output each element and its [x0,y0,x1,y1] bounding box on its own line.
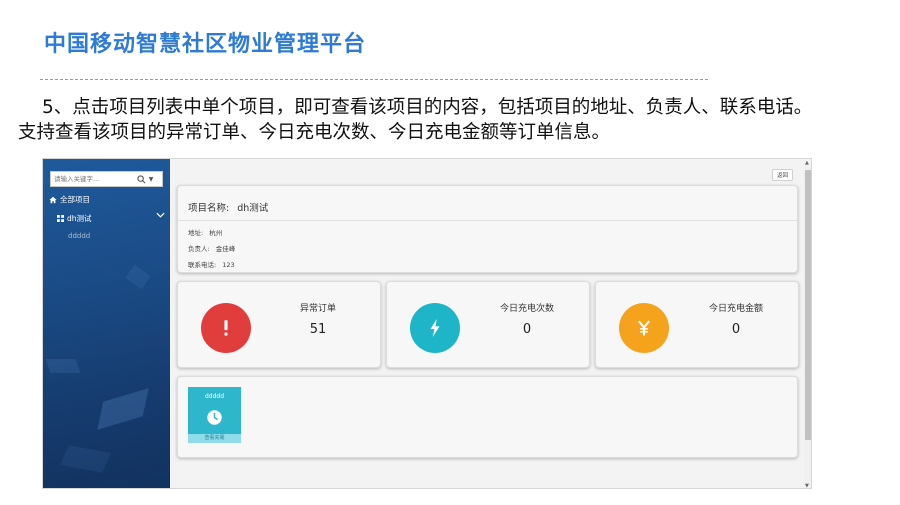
description-line-2: 支持查看该项目的异常订单、今日充电次数、今日充电金额等订单信息。 [18,122,611,143]
device-tile[interactable]: ddddd 查看充電 [188,387,241,443]
title-divider [40,79,708,80]
page-title: 中国移动智慧社区物业管理平台 [44,32,367,57]
home-icon [49,196,57,204]
scroll-up-icon[interactable]: ▲ [805,160,809,166]
stat-value: 51 [309,322,327,337]
project-search: ▼ [50,171,163,187]
stat-label: 今日充电次数 [499,304,554,314]
device-footer[interactable]: 查看充電 [188,434,241,443]
yen-icon [619,303,669,353]
sidebar-item-label: 全部项目 [60,195,90,204]
stat-label: 今日充电金额 [708,304,763,314]
stat-value: 0 [731,322,741,337]
slide: 中国移动智慧社区物业管理平台 5、点击项目列表中单个项目，即可查看该项目的内容，… [0,0,900,505]
exclamation-icon [201,303,251,353]
stat-card-charge-amount[interactable]: 今日充电金额 0 [595,281,799,368]
stat-label: 异常订单 [299,304,336,314]
phone-label: 联系电话: [188,261,217,269]
app-screenshot: ▼ 全部项目 dh测试 ddddd 返回 [42,158,812,489]
manager-value: 金佳峰 [215,245,236,253]
main-content: 返回 项目名称: dh测试 地址: 杭州 负责人: 金佳峰 联系电话: 123 [170,159,811,488]
address-value: 杭州 [209,229,223,237]
scroll-down-icon[interactable]: ▼ [805,483,809,488]
sidebar-item-all-projects[interactable]: 全部项目 [49,194,90,205]
scrollbar-thumb[interactable] [805,170,811,440]
device-card: ddddd 查看充電 [177,376,798,458]
lightning-icon [410,303,460,353]
manager-row: 负责人: 金佳峰 [188,243,235,253]
stat-card-abnormal-orders[interactable]: 异常订单 51 [177,281,381,368]
chevron-down-icon[interactable] [156,212,165,218]
project-info-card: 项目名称: dh测试 地址: 杭州 负责人: 金佳峰 联系电话: 123 [177,185,798,273]
decor-shard [97,388,149,430]
project-name-row: 项目名称: dh测试 [188,200,268,214]
address-row: 地址: 杭州 [188,227,222,237]
sidebar-item-label: dh测试 [67,214,92,223]
project-name-label: 项目名称: [188,203,230,214]
manager-label: 负责人: [188,245,210,253]
search-input[interactable] [51,172,135,186]
stat-value: 0 [522,322,532,337]
device-name: ddddd [204,393,225,400]
sidebar-subitem[interactable]: ddddd [68,232,90,240]
divider [178,220,797,221]
decor-shard [125,264,151,290]
search-icon[interactable] [135,173,147,185]
slide-description: 5、点击项目列表中单个项目，即可查看该项目的内容，包括项目的地址、负责人、联系电… [18,95,892,145]
scrollbar[interactable]: ▲ ▼ [804,160,811,488]
caret-down-icon[interactable]: ▼ [147,173,155,185]
grid-icon [57,215,64,222]
address-label: 地址: [188,229,204,237]
phone-row: 联系电话: 123 [188,259,235,269]
sidebar: ▼ 全部项目 dh测试 ddddd [43,159,170,488]
project-name-value: dh测试 [237,203,269,214]
decor-shard [60,445,111,473]
description-line-1: 5、点击项目列表中单个项目，即可查看该项目的内容，包括项目的地址、负责人、联系电… [42,97,813,118]
decor-shard [45,359,81,373]
stat-card-charge-count[interactable]: 今日充电次数 0 [386,281,590,368]
back-button[interactable]: 返回 [772,169,793,181]
sidebar-item-project[interactable]: dh测试 [57,212,169,224]
clock-icon [206,409,223,426]
phone-value: 123 [222,261,235,269]
